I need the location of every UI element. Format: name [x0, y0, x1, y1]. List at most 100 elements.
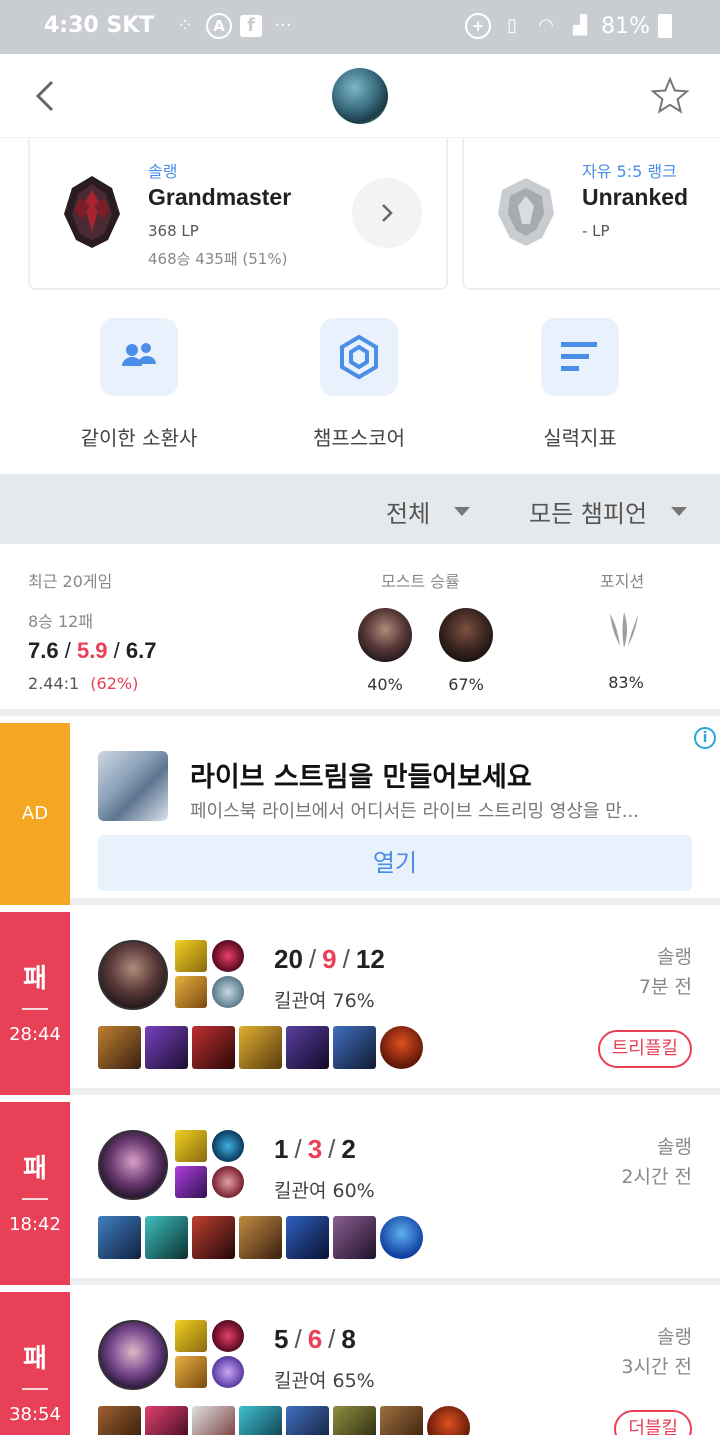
item-icon[interactable] — [192, 1026, 235, 1069]
wifi-icon: ◠ — [538, 15, 554, 36]
quick-menu-together[interactable]: 같이한 소환사 — [54, 318, 224, 451]
ad-tag: AD — [0, 723, 70, 905]
grid-icon: ⁘ — [177, 15, 193, 36]
flex-rank-card[interactable]: 자유 5:5 랭크 Unranked - LP — [462, 138, 720, 290]
multikill-badge: 더블킬 — [614, 1410, 692, 1435]
trinket-icon[interactable] — [380, 1026, 423, 1069]
match-kda: 1/3/2 — [274, 1134, 356, 1164]
item-icon[interactable] — [333, 1406, 376, 1435]
queue-filter-dropdown[interactable]: 전체 — [386, 494, 471, 529]
primary-rune-icon — [212, 940, 244, 972]
item-icon[interactable] — [145, 1406, 188, 1435]
item-icon[interactable] — [333, 1026, 376, 1069]
recent-games-label: 최근 20게임 — [28, 572, 113, 591]
match-deaths: 9 — [322, 944, 337, 974]
secondary-rune-icon — [212, 1166, 244, 1198]
item-list — [98, 1406, 470, 1435]
most-champ-portrait[interactable] — [358, 608, 412, 662]
item-icon[interactable] — [380, 1406, 423, 1435]
match-row[interactable]: 패 28:44 20/9/12 킬관여 76% 솔랭 7분 전 트리플킬 — [0, 912, 720, 1095]
match-result: 패 — [23, 1344, 47, 1374]
position-pct: 83% — [608, 673, 644, 692]
match-duration: 28:44 — [9, 1024, 61, 1045]
recent-record: 8승 12패 — [28, 612, 94, 631]
ad-info-icon[interactable]: i — [694, 727, 716, 749]
item-icon[interactable] — [145, 1216, 188, 1259]
jungle-position-icon — [610, 612, 638, 648]
match-row[interactable]: 패 38:54 5/6/8 킬관여 65% 솔랭 3시간 전 더블킬 — [0, 1292, 720, 1435]
result-divider — [22, 1388, 48, 1390]
item-icon[interactable] — [239, 1216, 282, 1259]
flash-spell-icon — [175, 1130, 207, 1162]
match-kills: 20 — [274, 944, 303, 974]
match-assists: 8 — [341, 1324, 356, 1354]
status-right-icons: + ▯ ◠ ▟ 81% — [465, 13, 672, 39]
match-kill-participation: 킬관여 60% — [274, 1180, 375, 1202]
item-list — [98, 1026, 423, 1069]
solo-rank-card[interactable]: 솔랭 Grandmaster 368 LP 468승 435패 (51%) — [28, 138, 448, 290]
match-kills: 5 — [274, 1324, 289, 1354]
avg-assists: 6.7 — [125, 638, 157, 663]
ad-title[interactable]: 라이브 스트림을 만들어보세요 — [190, 755, 532, 794]
flash-spell-icon — [175, 940, 207, 972]
most-winrate-label: 모스트 승률 — [381, 572, 460, 591]
champion-portrait[interactable] — [98, 1130, 168, 1200]
top-bar — [0, 54, 720, 138]
trinket-icon[interactable] — [380, 1216, 423, 1259]
item-icon[interactable] — [239, 1026, 282, 1069]
primary-rune-icon — [212, 1130, 244, 1162]
item-icon[interactable] — [286, 1216, 329, 1259]
item-icon[interactable] — [286, 1406, 329, 1435]
flash-spell-icon — [175, 1320, 207, 1352]
match-assists: 12 — [355, 944, 385, 974]
profile-avatar[interactable] — [332, 68, 388, 124]
back-arrow-icon[interactable] — [30, 76, 66, 116]
item-icon[interactable] — [239, 1406, 282, 1435]
grandmaster-emblem-icon — [64, 176, 120, 248]
trinket-icon[interactable] — [427, 1406, 470, 1435]
ad-description: 페이스북 라이브에서 어디서든 라이브 스트리밍 영상을 만... — [190, 801, 639, 822]
quick-menu-skill[interactable]: 실력지표 — [495, 318, 665, 451]
item-icon[interactable] — [192, 1216, 235, 1259]
people-icon — [100, 318, 178, 396]
smite-spell-icon — [175, 976, 207, 1008]
hexagon-icon — [320, 318, 398, 396]
item-icon[interactable] — [286, 1026, 329, 1069]
ad-banner[interactable]: AD 라이브 스트림을 만들어보세요 페이스북 라이브에서 어디서든 라이브 스… — [0, 723, 720, 905]
item-icon[interactable] — [192, 1406, 235, 1435]
ignite-spell-icon — [175, 1166, 207, 1198]
ad-open-button[interactable]: 열기 — [98, 835, 692, 891]
champion-portrait[interactable] — [98, 940, 168, 1010]
match-queue: 솔랭 — [657, 1326, 692, 1348]
status-left-icons: ⁘ A f ··· — [172, 13, 296, 39]
data-saver-icon: + — [465, 13, 492, 39]
flex-tier: Unranked — [582, 184, 689, 210]
item-icon[interactable] — [98, 1216, 141, 1259]
favorite-star-icon[interactable] — [650, 76, 690, 116]
match-deaths: 6 — [307, 1324, 323, 1354]
item-icon[interactable] — [98, 1026, 141, 1069]
match-duration: 38:54 — [9, 1404, 61, 1425]
ad-thumbnail[interactable] — [98, 751, 168, 821]
item-icon[interactable] — [145, 1026, 188, 1069]
flex-queue-label: 자유 5:5 랭크 — [582, 162, 677, 181]
match-deaths: 3 — [307, 1134, 323, 1164]
match-kill-participation: 킬관여 76% — [274, 990, 375, 1012]
avg-kills: 7.6 — [28, 638, 59, 663]
item-icon[interactable] — [333, 1216, 376, 1259]
champion-portrait[interactable] — [98, 1320, 168, 1390]
match-row[interactable]: 패 18:42 1/3/2 킬관여 60% 솔랭 2시간 전 — [0, 1102, 720, 1285]
caret-down-icon — [671, 507, 688, 516]
match-result-strip: 패 18:42 — [0, 1102, 70, 1285]
secondary-rune-icon — [212, 976, 244, 1008]
item-icon[interactable] — [98, 1406, 141, 1435]
quick-menu-champscore[interactable]: 챔프스코어 — [274, 318, 444, 451]
most-champ-portrait[interactable] — [439, 608, 493, 662]
match-kill-participation: 킬관여 65% — [274, 1370, 375, 1392]
match-result-strip: 패 38:54 — [0, 1292, 70, 1435]
champion-filter-dropdown[interactable]: 모든 챔피언 — [529, 494, 688, 529]
chevron-right-icon — [382, 204, 393, 222]
rank-detail-button[interactable] — [352, 178, 422, 248]
primary-rune-icon — [212, 1320, 244, 1352]
status-time: 4:30 SKT — [44, 13, 155, 38]
